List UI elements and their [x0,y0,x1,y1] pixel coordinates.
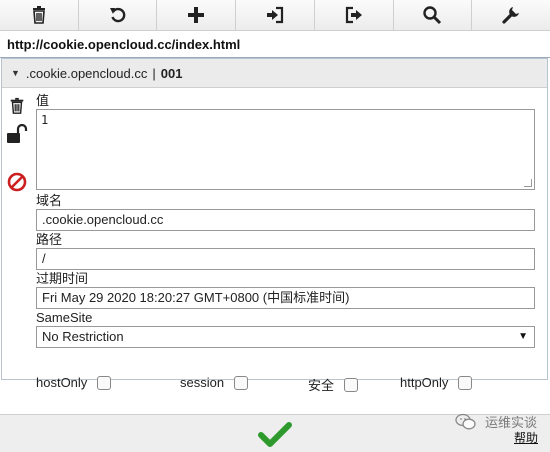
session-checkbox[interactable] [234,375,249,390]
cookie-header-domain: .cookie.opencloud.cc [25,65,148,81]
watermark-text: 运维实谈 [485,415,538,430]
cookie-header-separator: | [152,65,156,81]
domain-field[interactable]: .cookie.opencloud.cc [36,209,535,231]
samesite-label: SameSite [36,310,93,325]
export-button[interactable] [314,0,394,30]
add-cookie-button[interactable] [157,0,237,30]
host-only-checkbox[interactable] [97,375,112,390]
export-icon [345,6,362,24]
plus-icon [188,7,205,23]
path-field[interactable]: / [36,248,535,270]
secure-checkbox[interactable] [344,377,359,392]
cookie-form: 值 1 域名 .cookie.opencloud.cc 路径 / 过期时间 Fr… [36,93,536,393]
search-button[interactable] [393,0,473,30]
delete-all-button[interactable] [0,0,79,30]
host-only-flag[interactable]: hostOnly [36,375,112,390]
current-url: http://cookie.opencloud.cc/index.html [0,31,550,58]
trash-icon [10,97,24,114]
samesite-select[interactable]: No Restriction ▼ [36,326,535,348]
trash-icon [32,6,45,24]
wrench-icon [502,7,520,24]
value-text: 1 [41,113,49,127]
import-button[interactable] [236,0,315,30]
value-textarea[interactable]: 1 [36,109,535,190]
delete-cookie-button[interactable] [6,95,28,117]
resize-grip-icon[interactable] [524,179,532,187]
dropdown-arrow-icon: ▼ [518,331,528,342]
domain-label: 域名 [36,193,63,208]
expiration-field[interactable]: Fri May 29 2020 18:20:27 GMT+0800 (中国标准时… [36,287,535,309]
block-cookie-button[interactable] [6,171,28,193]
wechat-icon [455,413,476,429]
session-flag[interactable]: session [180,375,249,390]
protect-cookie-button[interactable] [6,123,28,145]
secure-flag[interactable]: 安全 [308,375,359,394]
path-label: 路径 [36,232,63,247]
session-label: session [180,375,225,390]
search-icon [423,6,442,25]
toolbar [0,0,550,31]
import-icon [267,6,284,24]
submit-button[interactable] [257,421,293,449]
options-button[interactable] [472,0,550,30]
unlock-icon [7,124,28,143]
secure-label: 安全 [308,378,335,393]
cookie-header-id: 001 [160,65,183,81]
http-only-label: httpOnly [400,375,449,390]
host-only-label: hostOnly [36,375,88,390]
cookie-panel: ▼ .cookie.opencloud.cc | 001 值 1 域名 .coo… [1,58,548,393]
help-link[interactable]: 帮助 [514,429,538,446]
collapse-caret-icon[interactable]: ▼ [11,68,20,78]
checkmark-icon [258,422,292,447]
refresh-icon [109,7,125,23]
expiration-label: 过期时间 [36,271,89,286]
cookie-header[interactable]: ▼ .cookie.opencloud.cc | 001 [2,59,547,88]
samesite-value: No Restriction [42,329,124,344]
http-only-flag[interactable]: httpOnly [400,375,473,390]
cookie-flags: hostOnly session 安全 httpOnly [36,375,536,393]
refresh-button[interactable] [78,0,158,30]
http-only-checkbox[interactable] [458,375,473,390]
wechat-watermark: 运维实谈 [455,412,537,431]
block-icon [7,172,27,192]
value-label: 值 [36,93,50,108]
